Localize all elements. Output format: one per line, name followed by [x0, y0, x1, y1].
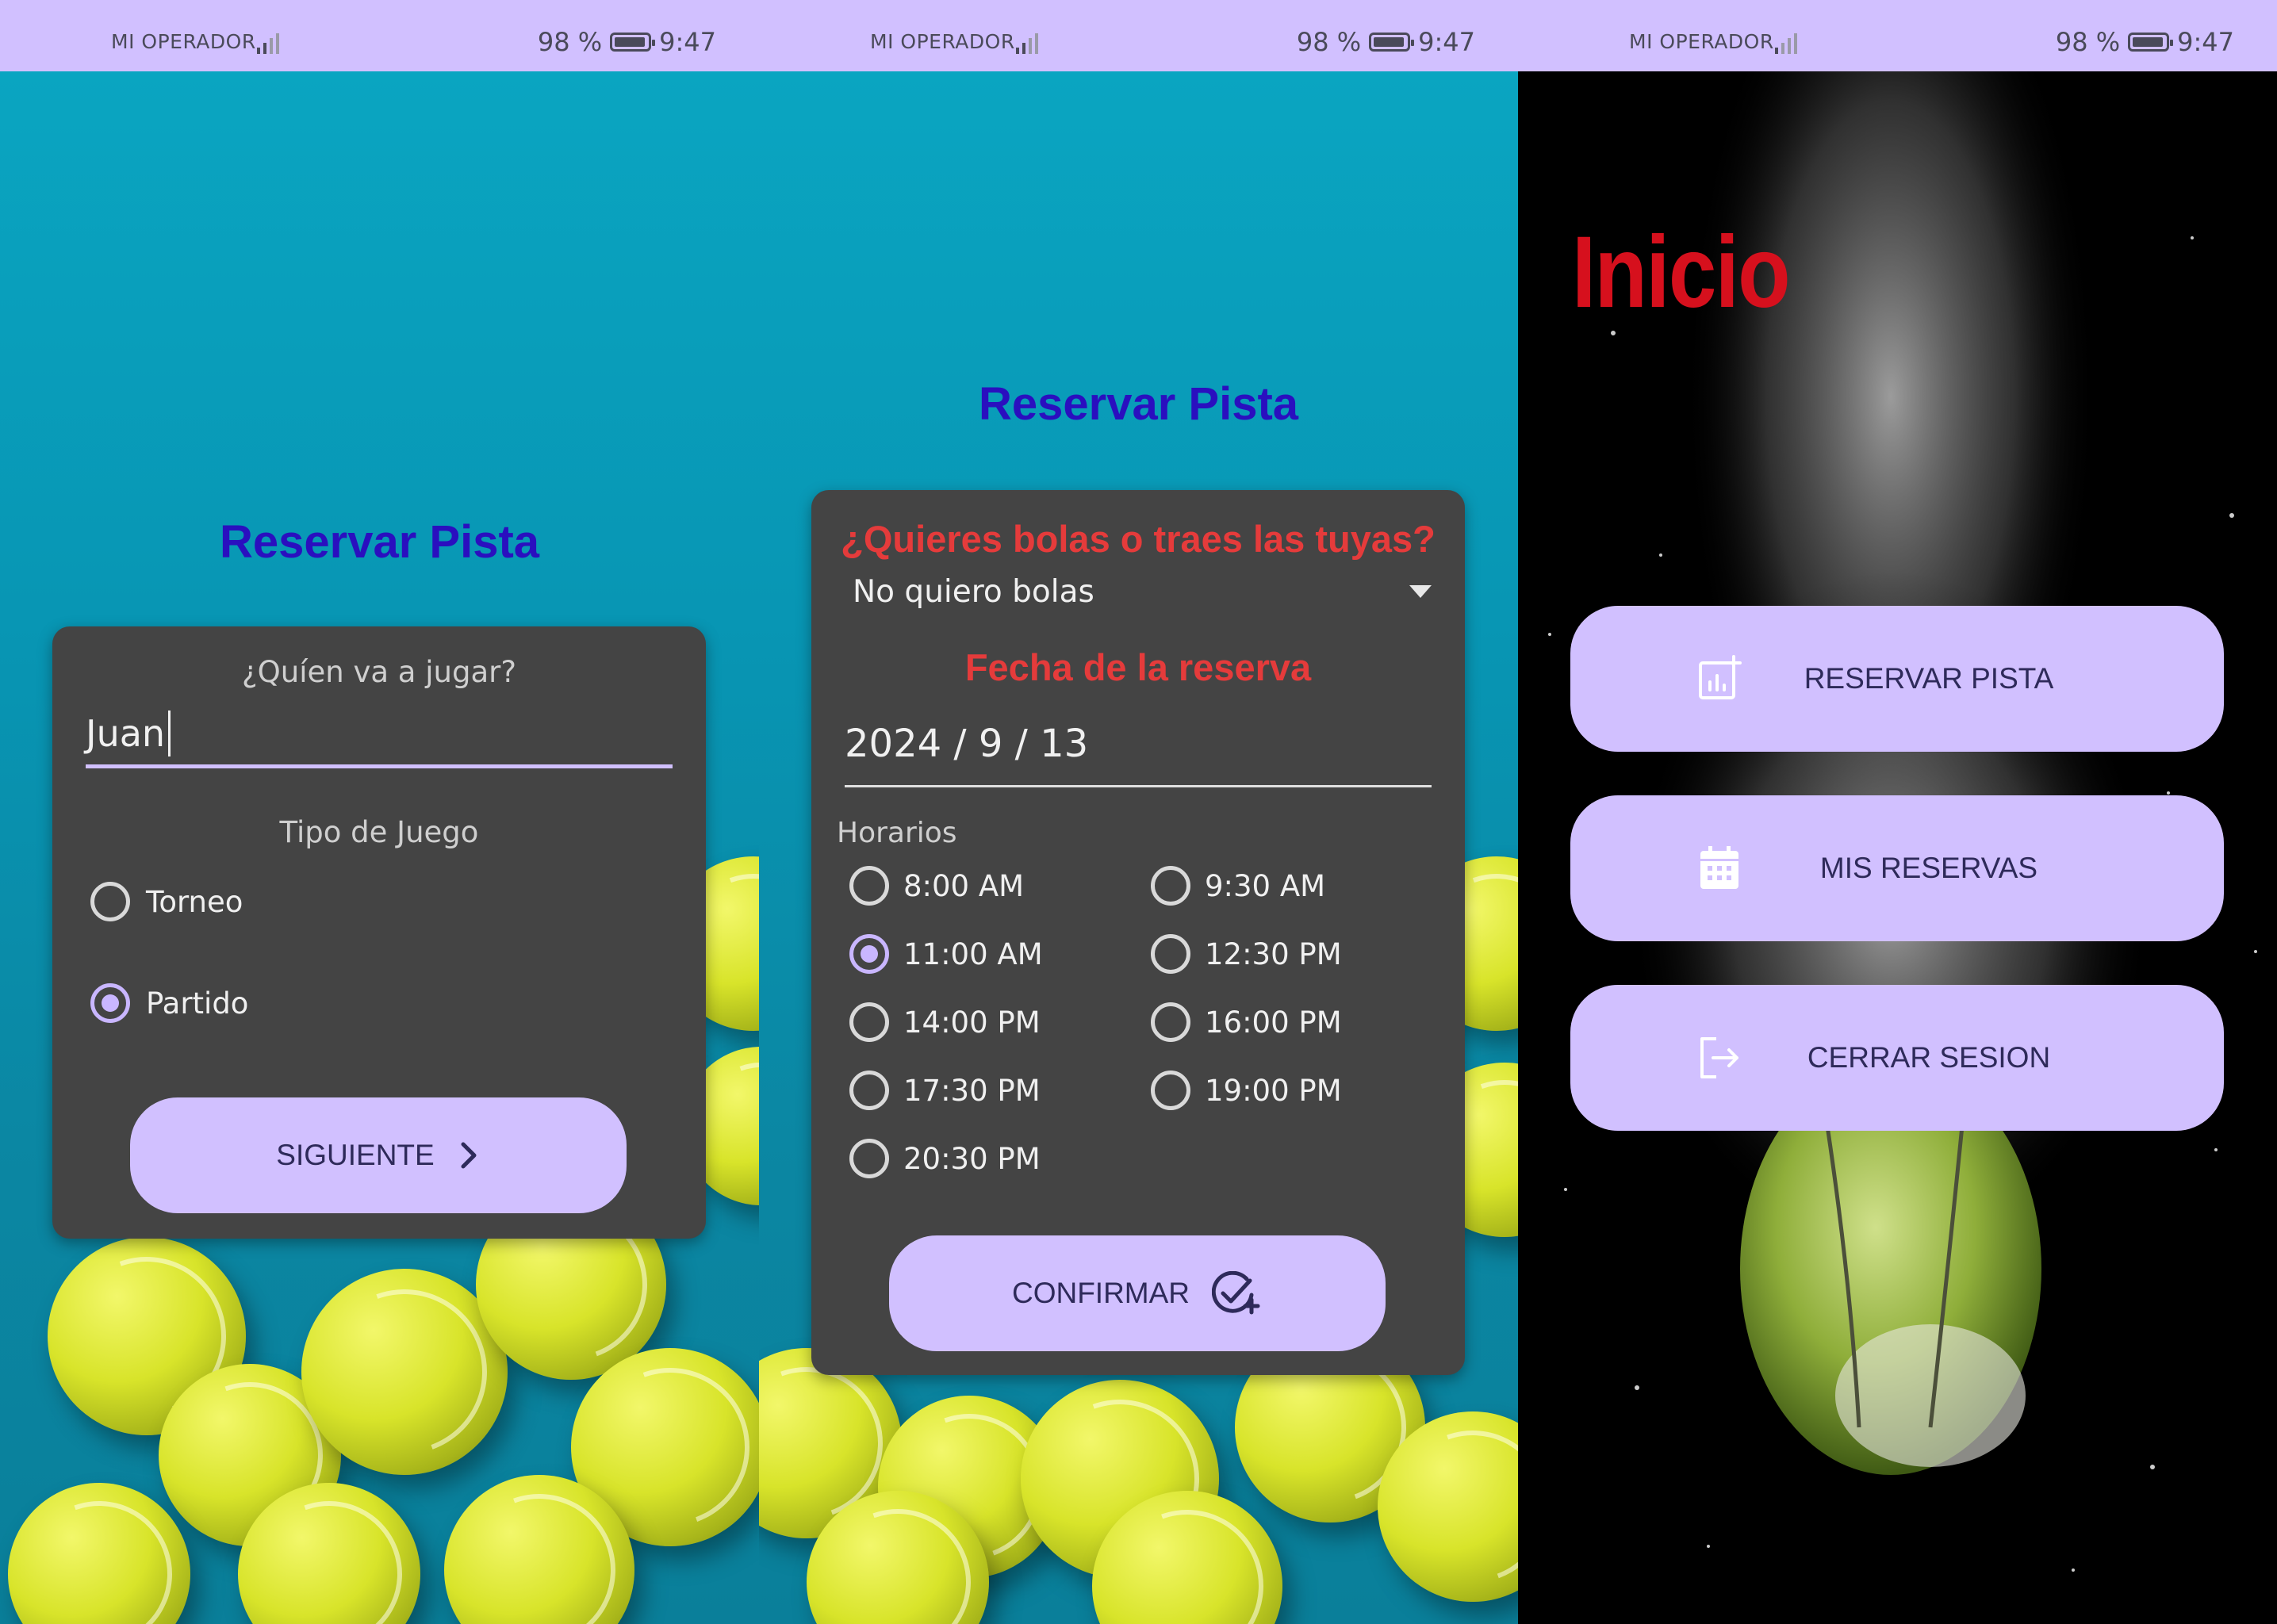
date-value: 2024 / 9 / 13 [845, 722, 1089, 766]
screen-reservar-step2: MI OPERADOR 98 % 9:47 Reservar Pista ¿Qu… [759, 0, 1518, 1624]
screen-inicio: MI OPERADOR 98 % 9:47 Inicio RESERVAR PI… [1518, 0, 2277, 1624]
cerrar-sesion-label: CERRAR SESION [1807, 1041, 2051, 1074]
mis-reservas-label: MIS RESERVAS [1819, 852, 2038, 884]
clock: 9:47 [659, 27, 716, 57]
date-field[interactable]: 2024 / 9 / 13 [845, 714, 1432, 787]
battery-icon [1369, 33, 1415, 52]
next-button-label: SIGUIENTE [276, 1139, 435, 1171]
clock: 9:47 [1418, 27, 1475, 57]
operator-name: MI OPERADOR [870, 30, 1015, 53]
signal-icon [257, 33, 279, 54]
confirm-button-label: CONFIRMAR [1011, 1277, 1190, 1309]
tennis-ball-image [8, 1483, 190, 1624]
operator-name: MI OPERADOR [1629, 30, 1774, 53]
time-label: 19:00 PM [1205, 1074, 1342, 1108]
radio-time[interactable] [849, 866, 889, 906]
battery-percent: 98 % [537, 27, 603, 57]
clock: 9:47 [2177, 27, 2234, 57]
radio-partido-label: Partido [146, 986, 249, 1021]
time-label: 14:00 PM [903, 1005, 1041, 1040]
time-label: 9:30 AM [1205, 869, 1326, 903]
radio-partido[interactable] [90, 983, 130, 1023]
mis-reservas-button[interactable]: MIS RESERVAS [1570, 795, 2224, 941]
next-button[interactable]: SIGUIENTE [130, 1097, 627, 1213]
balls-dropdown-value: No quiero bolas [853, 574, 1094, 610]
time-label: 11:00 AM [903, 937, 1043, 971]
booking-form-card: ¿Quíen va a jugar? Juan Tipo de Juego To… [52, 626, 706, 1239]
battery-percent: 98 % [2055, 27, 2121, 57]
confirm-button[interactable]: CONFIRMAR [889, 1235, 1386, 1351]
times-label: Horarios [837, 817, 957, 849]
radio-time[interactable] [849, 1002, 889, 1042]
reservar-pista-button[interactable]: RESERVAR PISTA [1570, 606, 2224, 752]
app-screens: MI OPERADOR 98 % 9:47 Reservar Pista ¿Qu… [0, 0, 2277, 1624]
radio-time[interactable] [1151, 1071, 1190, 1110]
time-label: 12:30 PM [1205, 937, 1342, 971]
balls-dropdown[interactable]: No quiero bolas [853, 569, 1432, 617]
page-title: Reservar Pista [219, 516, 540, 568]
signal-icon [1775, 33, 1797, 54]
balls-question: ¿Quieres bolas o traes las tuyas? [841, 518, 1436, 560]
status-bar: MI OPERADOR 98 % 9:47 [1518, 0, 2277, 71]
reservar-pista-label: RESERVAR PISTA [1804, 662, 2054, 695]
chevron-right-icon [461, 1142, 477, 1169]
battery-icon [2128, 33, 2174, 52]
date-label: Fecha de la reserva [964, 646, 1312, 688]
cerrar-sesion-button[interactable]: CERRAR SESION [1570, 985, 2224, 1131]
battery-icon [610, 33, 656, 52]
text-cursor [168, 710, 171, 756]
radio-time[interactable] [849, 1139, 889, 1178]
page-title: Inicio [1572, 216, 1791, 329]
signal-icon [1016, 33, 1038, 54]
radio-time[interactable] [1151, 866, 1190, 906]
battery-percent: 98 % [1296, 27, 1362, 57]
time-label: 17:30 PM [903, 1074, 1041, 1108]
status-bar: MI OPERADOR 98 % 9:47 [759, 0, 1518, 71]
player-name-value: Juan [86, 712, 166, 755]
booking-details-card: ¿Quieres bolas o traes las tuyas? No qui… [811, 490, 1465, 1375]
dropdown-arrow-icon [1409, 585, 1432, 598]
player-name-input[interactable]: Juan [86, 706, 673, 768]
radio-torneo[interactable] [90, 882, 130, 921]
who-plays-label: ¿Quíen va a jugar? [242, 655, 516, 689]
status-bar: MI OPERADOR 98 % 9:47 [0, 0, 759, 71]
time-label: 8:00 AM [903, 869, 1025, 903]
time-label: 16:00 PM [1205, 1005, 1342, 1040]
game-type-label: Tipo de Juego [279, 815, 479, 849]
operator-name: MI OPERADOR [111, 30, 256, 53]
radio-time-selected[interactable] [849, 934, 889, 974]
page-title: Reservar Pista [978, 378, 1299, 430]
time-label: 20:30 PM [903, 1142, 1041, 1176]
radio-time[interactable] [1151, 1002, 1190, 1042]
radio-time[interactable] [1151, 934, 1190, 974]
radio-time[interactable] [849, 1071, 889, 1110]
check-circle-add-icon [1212, 1271, 1260, 1315]
screen-reservar-step1: MI OPERADOR 98 % 9:47 Reservar Pista ¿Qu… [0, 0, 759, 1624]
radio-torneo-label: Torneo [146, 885, 243, 919]
